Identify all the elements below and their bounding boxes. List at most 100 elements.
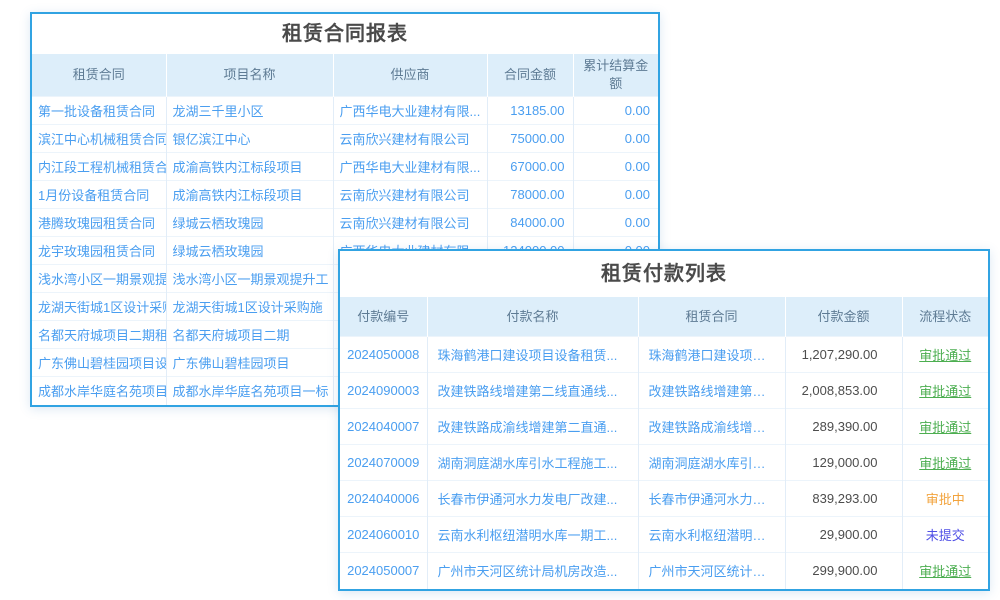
- flow-status-cell[interactable]: 审批通过: [902, 337, 988, 373]
- table-row: 2024050007广州市天河区统计局机房改造...广州市天河区统计局...29…: [340, 553, 988, 589]
- payment-name-cell[interactable]: 改建铁路线增建第二线直通线...: [427, 373, 638, 409]
- payments-table: 付款编号 付款名称 租赁合同 付款金额 流程状态 2024050008珠海鹤港口…: [340, 297, 988, 589]
- table-row: 2024060010云南水利枢纽潜明水库一期工...云南水利枢纽潜明水...29…: [340, 517, 988, 553]
- table-row: 2024040007改建铁路成渝线增建第二直通...改建铁路成渝线增建...28…: [340, 409, 988, 445]
- payment-amount-cell: 29,900.00: [785, 517, 902, 553]
- contract-name-cell[interactable]: 龙宇玫瑰园租赁合同: [32, 237, 166, 265]
- supplier-cell: 云南欣兴建材有限公司: [333, 209, 487, 237]
- contract-amount-cell: 84000.00: [487, 209, 573, 237]
- settled-amount-cell: 0.00: [573, 125, 658, 153]
- lease-contract-cell[interactable]: 珠海鹤港口建设项目...: [638, 337, 785, 373]
- contract-amount-cell: 67000.00: [487, 153, 573, 181]
- project-name-cell: 成渝高铁内江标段项目: [166, 181, 333, 209]
- contract-name-cell[interactable]: 滨江中心机械租赁合同: [32, 125, 166, 153]
- payment-amount-cell: 839,293.00: [785, 481, 902, 517]
- lease-contract-cell[interactable]: 改建铁路线增建第二...: [638, 373, 785, 409]
- payments-panel-title: 租赁付款列表: [340, 251, 988, 297]
- payment-id-cell[interactable]: 2024050008: [340, 337, 427, 373]
- header-cell-payment-amount: 付款金额: [785, 297, 902, 337]
- payment-amount-cell: 2,008,853.00: [785, 373, 902, 409]
- project-name-cell: 浅水湾小区一期景观提升工: [166, 265, 333, 293]
- payment-id-cell[interactable]: 2024060010: [340, 517, 427, 553]
- payment-amount-cell: 299,900.00: [785, 553, 902, 589]
- payment-id-cell[interactable]: 2024070009: [340, 445, 427, 481]
- payment-amount-cell: 1,207,290.00: [785, 337, 902, 373]
- payment-name-cell[interactable]: 改建铁路成渝线增建第二直通...: [427, 409, 638, 445]
- payments-panel: 租赁付款列表 付款编号 付款名称 租赁合同 付款金额 流程状态 20240500…: [338, 249, 990, 591]
- table-row: 1月份设备租赁合同成渝高铁内江标段项目云南欣兴建材有限公司78000.000.0…: [32, 181, 658, 209]
- header-cell-payment-id: 付款编号: [340, 297, 427, 337]
- project-name-cell: 绿城云栖玫瑰园: [166, 209, 333, 237]
- supplier-cell: 广西华电大业建材有限...: [333, 153, 487, 181]
- supplier-cell: 云南欣兴建材有限公司: [333, 125, 487, 153]
- contract-name-cell[interactable]: 内江段工程机械租赁合同: [32, 153, 166, 181]
- contract-name-cell[interactable]: 广东佛山碧桂园项目设备: [32, 349, 166, 377]
- payment-id-cell[interactable]: 2024050007: [340, 553, 427, 589]
- flow-status-cell[interactable]: 未提交: [902, 517, 988, 553]
- table-row: 内江段工程机械租赁合同成渝高铁内江标段项目广西华电大业建材有限...67000.…: [32, 153, 658, 181]
- lease-contract-cell[interactable]: 长春市伊通河水力发...: [638, 481, 785, 517]
- flow-status-cell[interactable]: 审批通过: [902, 409, 988, 445]
- contract-name-cell[interactable]: 名都天府城项目二期租赁: [32, 321, 166, 349]
- contract-amount-cell: 75000.00: [487, 125, 573, 153]
- project-name-cell: 银亿滨江中心: [166, 125, 333, 153]
- header-cell-project-name: 项目名称: [166, 54, 333, 97]
- project-name-cell: 名都天府城项目二期: [166, 321, 333, 349]
- payment-name-cell[interactable]: 云南水利枢纽潜明水库一期工...: [427, 517, 638, 553]
- header-cell-settled-amount: 累计结算金额: [573, 54, 658, 97]
- flow-status-cell[interactable]: 审批通过: [902, 373, 988, 409]
- project-name-cell: 绿城云栖玫瑰园: [166, 237, 333, 265]
- settled-amount-cell: 0.00: [573, 97, 658, 125]
- project-name-cell: 广东佛山碧桂园项目: [166, 349, 333, 377]
- payment-id-cell[interactable]: 2024040007: [340, 409, 427, 445]
- settled-amount-cell: 0.00: [573, 181, 658, 209]
- lease-contract-cell[interactable]: 云南水利枢纽潜明水...: [638, 517, 785, 553]
- table-row: 第一批设备租赁合同龙湖三千里小区广西华电大业建材有限...13185.000.0…: [32, 97, 658, 125]
- header-cell-lease-contract: 租赁合同: [32, 54, 166, 97]
- payment-amount-cell: 129,000.00: [785, 445, 902, 481]
- payment-id-cell[interactable]: 2024090003: [340, 373, 427, 409]
- flow-status-cell[interactable]: 审批通过: [902, 553, 988, 589]
- contract-name-cell[interactable]: 第一批设备租赁合同: [32, 97, 166, 125]
- payments-header-row: 付款编号 付款名称 租赁合同 付款金额 流程状态: [340, 297, 988, 337]
- payment-name-cell[interactable]: 湖南洞庭湖水库引水工程施工...: [427, 445, 638, 481]
- contract-name-cell[interactable]: 龙湖天街城1区设计采购: [32, 293, 166, 321]
- project-name-cell: 龙湖天街城1区设计采购施: [166, 293, 333, 321]
- table-row: 2024070009湖南洞庭湖水库引水工程施工...湖南洞庭湖水库引水...12…: [340, 445, 988, 481]
- contract-amount-cell: 78000.00: [487, 181, 573, 209]
- contracts-panel-title: 租赁合同报表: [32, 14, 658, 54]
- lease-contract-cell[interactable]: 改建铁路成渝线增建...: [638, 409, 785, 445]
- flow-status-cell[interactable]: 审批中: [902, 481, 988, 517]
- table-row: 港腾玫瑰园租赁合同绿城云栖玫瑰园云南欣兴建材有限公司84000.000.00: [32, 209, 658, 237]
- supplier-cell: 云南欣兴建材有限公司: [333, 181, 487, 209]
- table-row: 滨江中心机械租赁合同银亿滨江中心云南欣兴建材有限公司75000.000.00: [32, 125, 658, 153]
- settled-amount-cell: 0.00: [573, 209, 658, 237]
- payment-name-cell[interactable]: 广州市天河区统计局机房改造...: [427, 553, 638, 589]
- project-name-cell: 成渝高铁内江标段项目: [166, 153, 333, 181]
- header-cell-contract-amount: 合同金额: [487, 54, 573, 97]
- project-name-cell: 龙湖三千里小区: [166, 97, 333, 125]
- payment-id-cell[interactable]: 2024040006: [340, 481, 427, 517]
- settled-amount-cell: 0.00: [573, 153, 658, 181]
- contract-name-cell[interactable]: 1月份设备租赁合同: [32, 181, 166, 209]
- lease-contract-cell[interactable]: 湖南洞庭湖水库引水...: [638, 445, 785, 481]
- contracts-header-row: 租赁合同 项目名称 供应商 合同金额 累计结算金额: [32, 54, 658, 97]
- header-cell-payment-name: 付款名称: [427, 297, 638, 337]
- lease-contract-cell[interactable]: 广州市天河区统计局...: [638, 553, 785, 589]
- table-row: 2024090003改建铁路线增建第二线直通线...改建铁路线增建第二...2,…: [340, 373, 988, 409]
- payment-name-cell[interactable]: 珠海鹤港口建设项目设备租赁...: [427, 337, 638, 373]
- contract-amount-cell: 13185.00: [487, 97, 573, 125]
- contract-name-cell[interactable]: 港腾玫瑰园租赁合同: [32, 209, 166, 237]
- supplier-cell: 广西华电大业建材有限...: [333, 97, 487, 125]
- table-row: 2024040006长春市伊通河水力发电厂改建...长春市伊通河水力发...83…: [340, 481, 988, 517]
- header-cell-flow-status: 流程状态: [902, 297, 988, 337]
- contract-name-cell[interactable]: 成都水岸华庭名苑项目一: [32, 377, 166, 405]
- project-name-cell: 成都水岸华庭名苑项目一标: [166, 377, 333, 405]
- header-cell-supplier: 供应商: [333, 54, 487, 97]
- table-row: 2024050008珠海鹤港口建设项目设备租赁...珠海鹤港口建设项目...1,…: [340, 337, 988, 373]
- flow-status-cell[interactable]: 审批通过: [902, 445, 988, 481]
- payment-amount-cell: 289,390.00: [785, 409, 902, 445]
- header-cell-lease-contract: 租赁合同: [638, 297, 785, 337]
- payment-name-cell[interactable]: 长春市伊通河水力发电厂改建...: [427, 481, 638, 517]
- contract-name-cell[interactable]: 浅水湾小区一期景观提升: [32, 265, 166, 293]
